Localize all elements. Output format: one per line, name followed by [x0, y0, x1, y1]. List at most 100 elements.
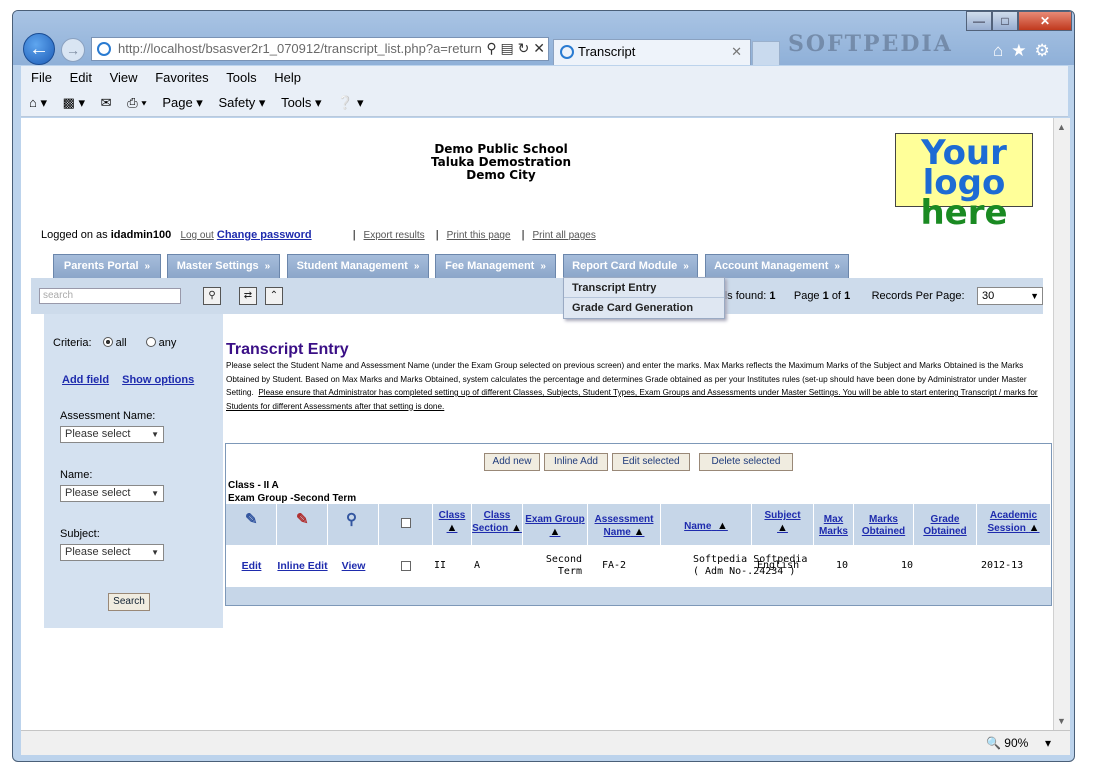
- gear-icon[interactable]: ⚙: [1035, 41, 1058, 60]
- menu-favorites[interactable]: Favorites: [155, 70, 208, 85]
- delete-selected-button[interactable]: Delete selected: [699, 453, 793, 471]
- change-password-link[interactable]: Change password: [217, 229, 312, 241]
- header-max-marks[interactable]: Max Marks: [814, 504, 854, 545]
- back-button[interactable]: ←: [23, 33, 55, 65]
- logo-line1: Your logo: [921, 133, 1007, 203]
- menu-view[interactable]: View: [110, 70, 138, 85]
- add-field-link[interactable]: Add field: [62, 374, 109, 386]
- subject-select[interactable]: Please select ▼: [60, 544, 164, 561]
- header-exam-group[interactable]: Exam Group ▲: [523, 504, 588, 545]
- search-input[interactable]: search: [39, 288, 181, 304]
- col-label: Assessment Name: [594, 514, 654, 538]
- show-options-link[interactable]: Show options: [122, 374, 194, 386]
- tab-close-icon[interactable]: ✕: [731, 40, 742, 64]
- print-all-link[interactable]: Print all pages: [532, 230, 595, 241]
- tab-account-management[interactable]: Account Management»: [705, 254, 849, 278]
- collapse-icon[interactable]: ⌃: [265, 287, 283, 305]
- title-bar: ← → http://localhost/bsasver2r1_070912/t…: [13, 11, 1074, 65]
- page-menu[interactable]: Page ▾: [162, 91, 203, 115]
- page-menu-label: Page: [162, 95, 193, 110]
- tab-parents-portal[interactable]: Parents Portal»: [53, 254, 161, 278]
- header-select-all: [379, 504, 433, 545]
- grid-info: Class - II A Exam Group -Second Term: [228, 479, 356, 505]
- header-marks-obtained[interactable]: Marks Obtained: [854, 504, 914, 545]
- tab-report-card-module[interactable]: Report Card Module»: [563, 254, 698, 278]
- tab-transcript[interactable]: Transcript ✕: [553, 39, 751, 65]
- minimize-button[interactable]: —: [966, 11, 992, 31]
- row-checkbox[interactable]: [401, 561, 411, 571]
- edit-selected-button[interactable]: Edit selected: [612, 453, 690, 471]
- menu-grade-card-generation[interactable]: Grade Card Generation: [564, 298, 724, 318]
- header-name[interactable]: Name ▲: [661, 504, 752, 545]
- assessment-select[interactable]: Please select ▼: [60, 426, 164, 443]
- setup-note: Please ensure that Administrator has com…: [226, 388, 1038, 411]
- stop-icon[interactable]: ✕: [533, 40, 545, 56]
- refresh-icon[interactable]: ↻: [518, 40, 530, 56]
- tools-menu[interactable]: Tools ▾: [281, 91, 322, 115]
- cell-max-marks: 10: [835, 560, 848, 571]
- menu-help[interactable]: Help: [274, 70, 301, 85]
- feeds-icon[interactable]: ▩ ▾: [63, 91, 85, 115]
- ie-page-icon: [97, 42, 111, 56]
- header-academic-session[interactable]: Academic Session ▲: [977, 504, 1051, 545]
- help-icon[interactable]: ❔ ▾: [337, 91, 363, 115]
- radio-any-label: any: [158, 337, 177, 349]
- url-text: http://localhost/bsasver2r1_070912/trans…: [118, 41, 482, 56]
- header-class[interactable]: Class ▲: [433, 504, 472, 545]
- radio-any[interactable]: [145, 337, 156, 347]
- row-edit-link[interactable]: Edit: [226, 545, 277, 587]
- forward-button[interactable]: →: [61, 38, 85, 62]
- print-icon[interactable]: ⎙ ▾: [127, 91, 146, 115]
- mail-icon[interactable]: ✉: [101, 91, 112, 115]
- tab-fee-management[interactable]: Fee Management»: [435, 254, 556, 278]
- class-info: Class - II A: [228, 480, 279, 491]
- add-new-button[interactable]: Add new: [484, 453, 540, 471]
- safety-menu[interactable]: Safety ▾: [218, 91, 265, 115]
- home-cmd-icon[interactable]: ⌂ ▾: [29, 91, 47, 115]
- name-select[interactable]: Please select ▼: [60, 485, 164, 502]
- cell-marks-obtained: 10: [900, 560, 913, 571]
- header-subject[interactable]: Subject ▲: [752, 504, 814, 545]
- records-per-page-select[interactable]: 30 ▼: [977, 287, 1043, 305]
- new-tab-button[interactable]: [752, 41, 780, 65]
- menu-transcript-entry[interactable]: Transcript Entry: [564, 278, 724, 298]
- zoom-control[interactable]: 🔍 90% ▾: [986, 731, 1051, 755]
- tab-student-management[interactable]: Student Management»: [287, 254, 429, 278]
- scroll-down-icon[interactable]: ▼: [1057, 716, 1066, 726]
- header-assessment-name[interactable]: Assessment Name ▲: [588, 504, 661, 545]
- close-button[interactable]: ✕: [1018, 11, 1072, 31]
- search-toolbar: search ⚲ ⇄ ⌃ etails found: 1 Page 1 of 1…: [31, 278, 1043, 314]
- radio-all[interactable]: [102, 337, 113, 347]
- export-link[interactable]: Export results: [364, 230, 425, 241]
- inline-add-button[interactable]: Inline Add: [544, 453, 608, 471]
- row-view-link[interactable]: View: [328, 545, 379, 587]
- search-icon[interactable]: ⚲: [486, 40, 496, 56]
- print-page-link[interactable]: Print this page: [447, 230, 511, 241]
- softpedia-watermark: SOFTPEDIA: [788, 31, 953, 57]
- search-button-icon[interactable]: ⚲: [203, 287, 221, 305]
- select-all-checkbox[interactable]: [400, 518, 411, 528]
- radio-all-label: all: [115, 337, 127, 349]
- cell-exam-group: Second Term: [545, 554, 582, 577]
- maximize-button[interactable]: □: [992, 11, 1018, 31]
- menu-edit[interactable]: Edit: [70, 70, 92, 85]
- menu-tools[interactable]: Tools: [226, 70, 256, 85]
- compat-icon[interactable]: ▤: [501, 40, 514, 56]
- logout-link[interactable]: Log out: [180, 230, 213, 241]
- row-inline-edit-link[interactable]: Inline Edit: [277, 545, 328, 587]
- header-grade-obtained[interactable]: Grade Obtained: [914, 504, 977, 545]
- address-tools[interactable]: ⚲ ▤ ↻ ✕: [463, 37, 549, 61]
- columns-icon[interactable]: ⇄: [239, 287, 257, 305]
- grid-header: ✎ ✎ ⚲ Class ▲ Class Section ▲ Exam Group …: [226, 504, 1051, 545]
- scroll-up-icon[interactable]: ▲: [1057, 122, 1066, 132]
- vertical-scrollbar[interactable]: ▲ ▼: [1053, 118, 1070, 730]
- sort-arrow-icon: ▲: [633, 526, 645, 538]
- sidebar-search-button[interactable]: Search: [108, 593, 150, 611]
- home-icon[interactable]: ⌂: [993, 41, 1011, 60]
- favorites-star-icon[interactable]: ★: [1011, 41, 1034, 60]
- tab-master-settings[interactable]: Master Settings»: [167, 254, 280, 278]
- tab-label: Master Settings: [176, 260, 259, 272]
- menu-file[interactable]: File: [31, 70, 52, 85]
- menu-bar: File Edit View Favorites Tools Help: [21, 66, 1068, 91]
- header-class-section[interactable]: Class Section ▲: [472, 504, 523, 545]
